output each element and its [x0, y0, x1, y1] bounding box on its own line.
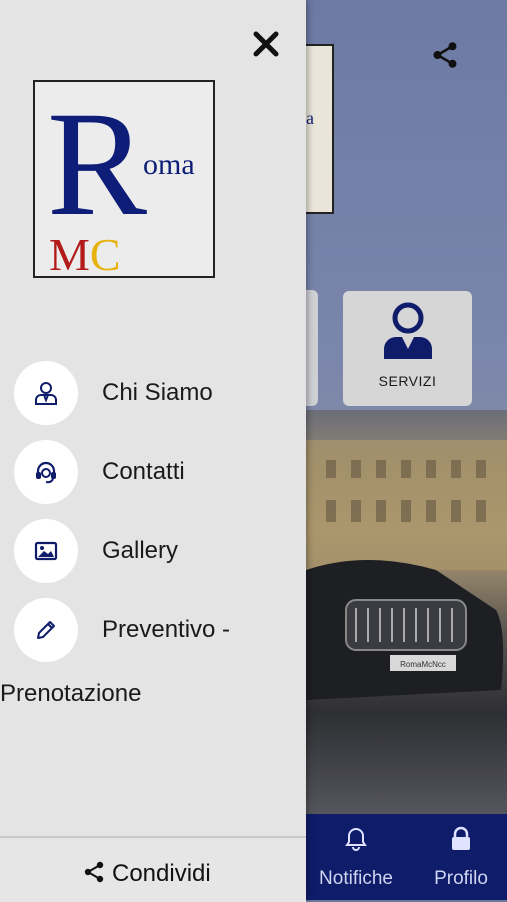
close-icon[interactable]	[248, 26, 284, 62]
romamc-logo: R oma MC	[33, 80, 215, 280]
car-plate: RomaMcNcc	[400, 660, 446, 669]
share-icon[interactable]	[430, 40, 460, 70]
user-icon	[35, 382, 57, 405]
tab-profilo-label: Profilo	[434, 868, 488, 889]
tab-notifiche-label: Notifiche	[319, 868, 393, 889]
logo-letter-r: R	[47, 82, 147, 247]
menu-label-gallery: Gallery	[102, 537, 179, 564]
share-button[interactable]: Condividi	[0, 836, 306, 902]
pencil-icon	[37, 621, 55, 639]
menu-item-contatti[interactable]: Contatti	[0, 440, 306, 510]
car-image: RomaMcNcc	[306, 560, 504, 700]
tab-profilo[interactable]: Profilo	[411, 814, 507, 900]
tab-notifiche[interactable]: Notifiche	[306, 814, 406, 900]
user-icon	[384, 302, 432, 359]
menu-item-preventivo[interactable]: Preventivo - Prenotazione	[0, 598, 306, 718]
side-drawer: R oma MC Chi Siamo Contatti Gallery Prev…	[0, 0, 306, 902]
logo-mc: MC	[49, 229, 121, 276]
hero-photo: RomaMcNcc	[306, 410, 507, 814]
logo-oma: oma	[143, 148, 195, 181]
lock-icon	[452, 826, 470, 850]
menu-label-preventivo: Preventivo -	[102, 616, 231, 643]
image-icon	[34, 541, 58, 561]
menu-icon-circle	[14, 598, 78, 662]
menu-label-contatti: Contatti	[102, 458, 185, 485]
bottom-tab-bar: Notifiche Profilo	[306, 814, 507, 900]
menu-icon-circle	[14, 519, 78, 583]
menu-item-chi-siamo[interactable]: Chi Siamo	[0, 361, 306, 431]
background-logo-fragment: a	[306, 108, 314, 128]
servizi-tile-label: SERVIZI	[378, 373, 437, 389]
menu-label-chi-siamo: Chi Siamo	[102, 379, 213, 406]
menu-icon-circle	[14, 361, 78, 425]
menu-label-prenotazione: Prenotazione	[0, 680, 142, 707]
share-label: Condividi	[112, 860, 211, 887]
servizi-tile[interactable]: SERVIZI	[343, 291, 472, 406]
bell-icon	[345, 827, 367, 851]
share-icon	[84, 861, 104, 883]
menu-icon-circle	[14, 440, 78, 504]
logo-graphic: R oma MC	[47, 81, 195, 280]
headset-icon	[36, 461, 56, 484]
menu-item-gallery[interactable]: Gallery	[0, 519, 306, 589]
